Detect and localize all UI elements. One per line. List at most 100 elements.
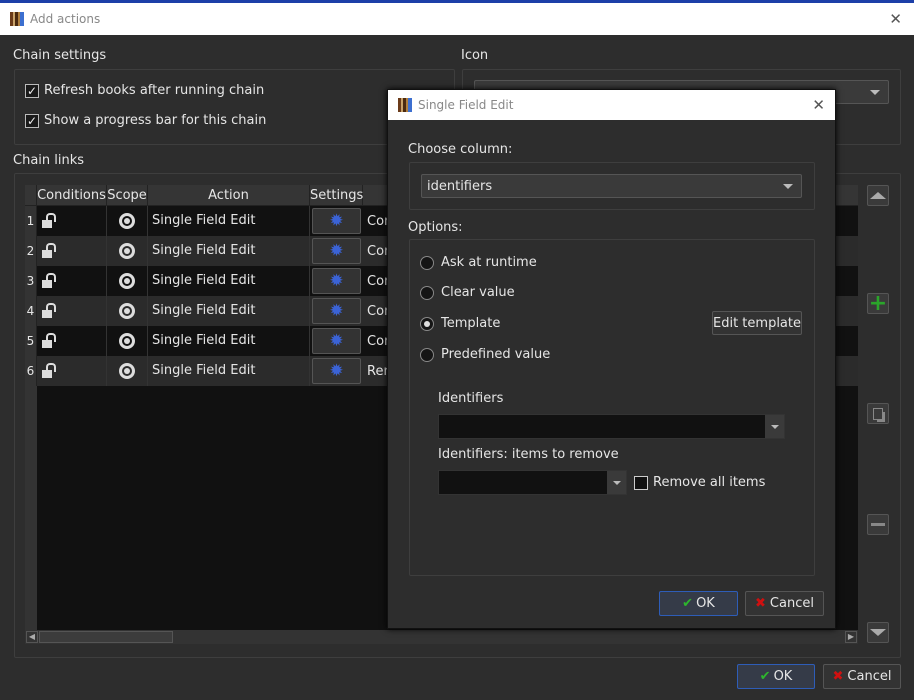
app-icon [398, 98, 412, 112]
radio-button[interactable] [420, 316, 434, 331]
settings-cell: ✹ [310, 236, 363, 266]
header-action[interactable]: Action [148, 185, 310, 205]
settings-button[interactable]: ✹ [312, 238, 361, 264]
chain-links-label: Chain links [13, 153, 85, 168]
radio-option[interactable]: Clear value [420, 285, 515, 300]
action-cell[interactable]: Single Field Edit [148, 356, 310, 386]
description-cell[interactable]: Cor [363, 334, 389, 349]
description-cell[interactable]: Cor [363, 214, 389, 229]
cancel-label: Cancel [769, 596, 814, 611]
window-title: Add actions [30, 12, 101, 26]
radio-option[interactable]: Predefined value [420, 347, 550, 362]
action-cell[interactable]: Single Field Edit [148, 266, 310, 296]
checkbox-box[interactable]: ✓ [25, 83, 39, 98]
description-cell[interactable]: Cor [363, 244, 389, 259]
header-conditions[interactable]: Conditions [37, 185, 107, 205]
settings-cell: ✹ [310, 296, 363, 326]
gear-icon: ✹ [329, 331, 344, 351]
conditions-cell[interactable] [37, 236, 107, 266]
action-cell[interactable]: Single Field Edit [148, 236, 310, 266]
refresh-books-checkbox[interactable]: ✓ Refresh books after running chain [25, 83, 264, 98]
remove-action-button[interactable] [867, 514, 889, 535]
settings-button[interactable]: ✹ [312, 298, 361, 324]
header-settings[interactable]: Settings [310, 185, 363, 205]
chevron-down-icon [870, 90, 880, 95]
arrow-down-icon [870, 629, 886, 636]
radio-button[interactable] [420, 347, 434, 362]
scrollbar-thumb[interactable] [39, 631, 173, 643]
horizontal-scrollbar[interactable]: ◀ ▶ [25, 630, 858, 644]
radio-button[interactable] [420, 285, 434, 300]
x-icon: ✖ [832, 669, 844, 684]
action-cell[interactable]: Single Field Edit [148, 206, 310, 236]
radio-button[interactable] [420, 255, 434, 270]
radio-option[interactable]: Ask at runtime [420, 255, 537, 270]
close-icon[interactable]: ✕ [812, 96, 825, 114]
window-titlebar: Add actions ✕ [0, 3, 914, 35]
scroll-right-icon[interactable]: ▶ [845, 631, 857, 643]
unlock-icon [42, 250, 52, 258]
radio-label: Clear value [441, 285, 515, 300]
action-cell[interactable]: Single Field Edit [148, 296, 310, 326]
checkbox-box[interactable] [634, 475, 648, 490]
identifiers-combo[interactable] [438, 414, 785, 439]
radio-label: Template [441, 316, 501, 331]
chain-settings-label: Chain settings [13, 48, 107, 63]
edit-template-button[interactable]: Edit template [712, 311, 802, 335]
description-cell[interactable]: Rer [363, 364, 389, 379]
conditions-cell[interactable] [37, 266, 107, 296]
x-icon: ✖ [755, 596, 766, 611]
column-value: identifiers [427, 178, 493, 194]
copy-action-button[interactable] [867, 403, 889, 424]
scope-cell[interactable] [107, 326, 148, 356]
move-up-button[interactable] [867, 185, 889, 206]
gear-icon: ✹ [329, 271, 344, 291]
scope-cell[interactable] [107, 206, 148, 236]
target-icon [119, 363, 135, 379]
scope-cell[interactable] [107, 356, 148, 386]
header-scope[interactable]: Scope [107, 185, 148, 205]
settings-button[interactable]: ✹ [312, 208, 361, 234]
settings-button[interactable]: ✹ [312, 268, 361, 294]
target-icon [119, 213, 135, 229]
move-down-button[interactable] [867, 622, 889, 643]
dialog-cancel-button[interactable]: ✖ Cancel [745, 591, 824, 616]
row-number: 1 [25, 206, 37, 236]
minus-icon [871, 523, 885, 526]
target-icon [119, 303, 135, 319]
ok-label: OK [773, 669, 793, 684]
remove-all-checkbox[interactable]: Remove all items [634, 475, 765, 490]
dialog-ok-button[interactable]: ✔ OK [659, 591, 738, 616]
scope-cell[interactable] [107, 296, 148, 326]
description-cell[interactable]: Cor [363, 274, 389, 289]
dialog-title: Single Field Edit [418, 98, 514, 112]
column-combo[interactable]: identifiers [421, 174, 802, 198]
action-cell[interactable]: Single Field Edit [148, 326, 310, 356]
ok-button[interactable]: ✔ OK [737, 664, 815, 689]
settings-cell: ✹ [310, 206, 363, 236]
scope-cell[interactable] [107, 236, 148, 266]
settings-button[interactable]: ✹ [312, 358, 361, 384]
arrow-up-icon [870, 192, 886, 199]
progress-bar-checkbox[interactable]: ✓ Show a progress bar for this chain [25, 113, 266, 128]
conditions-cell[interactable] [37, 326, 107, 356]
remove-items-combo[interactable] [438, 470, 627, 495]
conditions-cell[interactable] [37, 296, 107, 326]
scroll-left-icon[interactable]: ◀ [26, 631, 38, 643]
conditions-cell[interactable] [37, 206, 107, 236]
chevron-down-icon [613, 480, 621, 485]
unlock-icon [42, 370, 52, 378]
row-header-filler [25, 386, 37, 630]
unlock-icon [42, 280, 52, 288]
cancel-button[interactable]: ✖ Cancel [823, 664, 901, 689]
description-cell[interactable]: Cor [363, 304, 389, 319]
plus-icon: + [868, 291, 888, 316]
close-icon[interactable]: ✕ [889, 10, 902, 28]
radio-option[interactable]: Template [420, 316, 500, 331]
conditions-cell[interactable] [37, 356, 107, 386]
settings-button[interactable]: ✹ [312, 328, 361, 354]
add-action-button[interactable]: + [867, 291, 889, 316]
checkbox-box[interactable]: ✓ [25, 113, 39, 128]
app-icon [10, 12, 24, 26]
scope-cell[interactable] [107, 266, 148, 296]
